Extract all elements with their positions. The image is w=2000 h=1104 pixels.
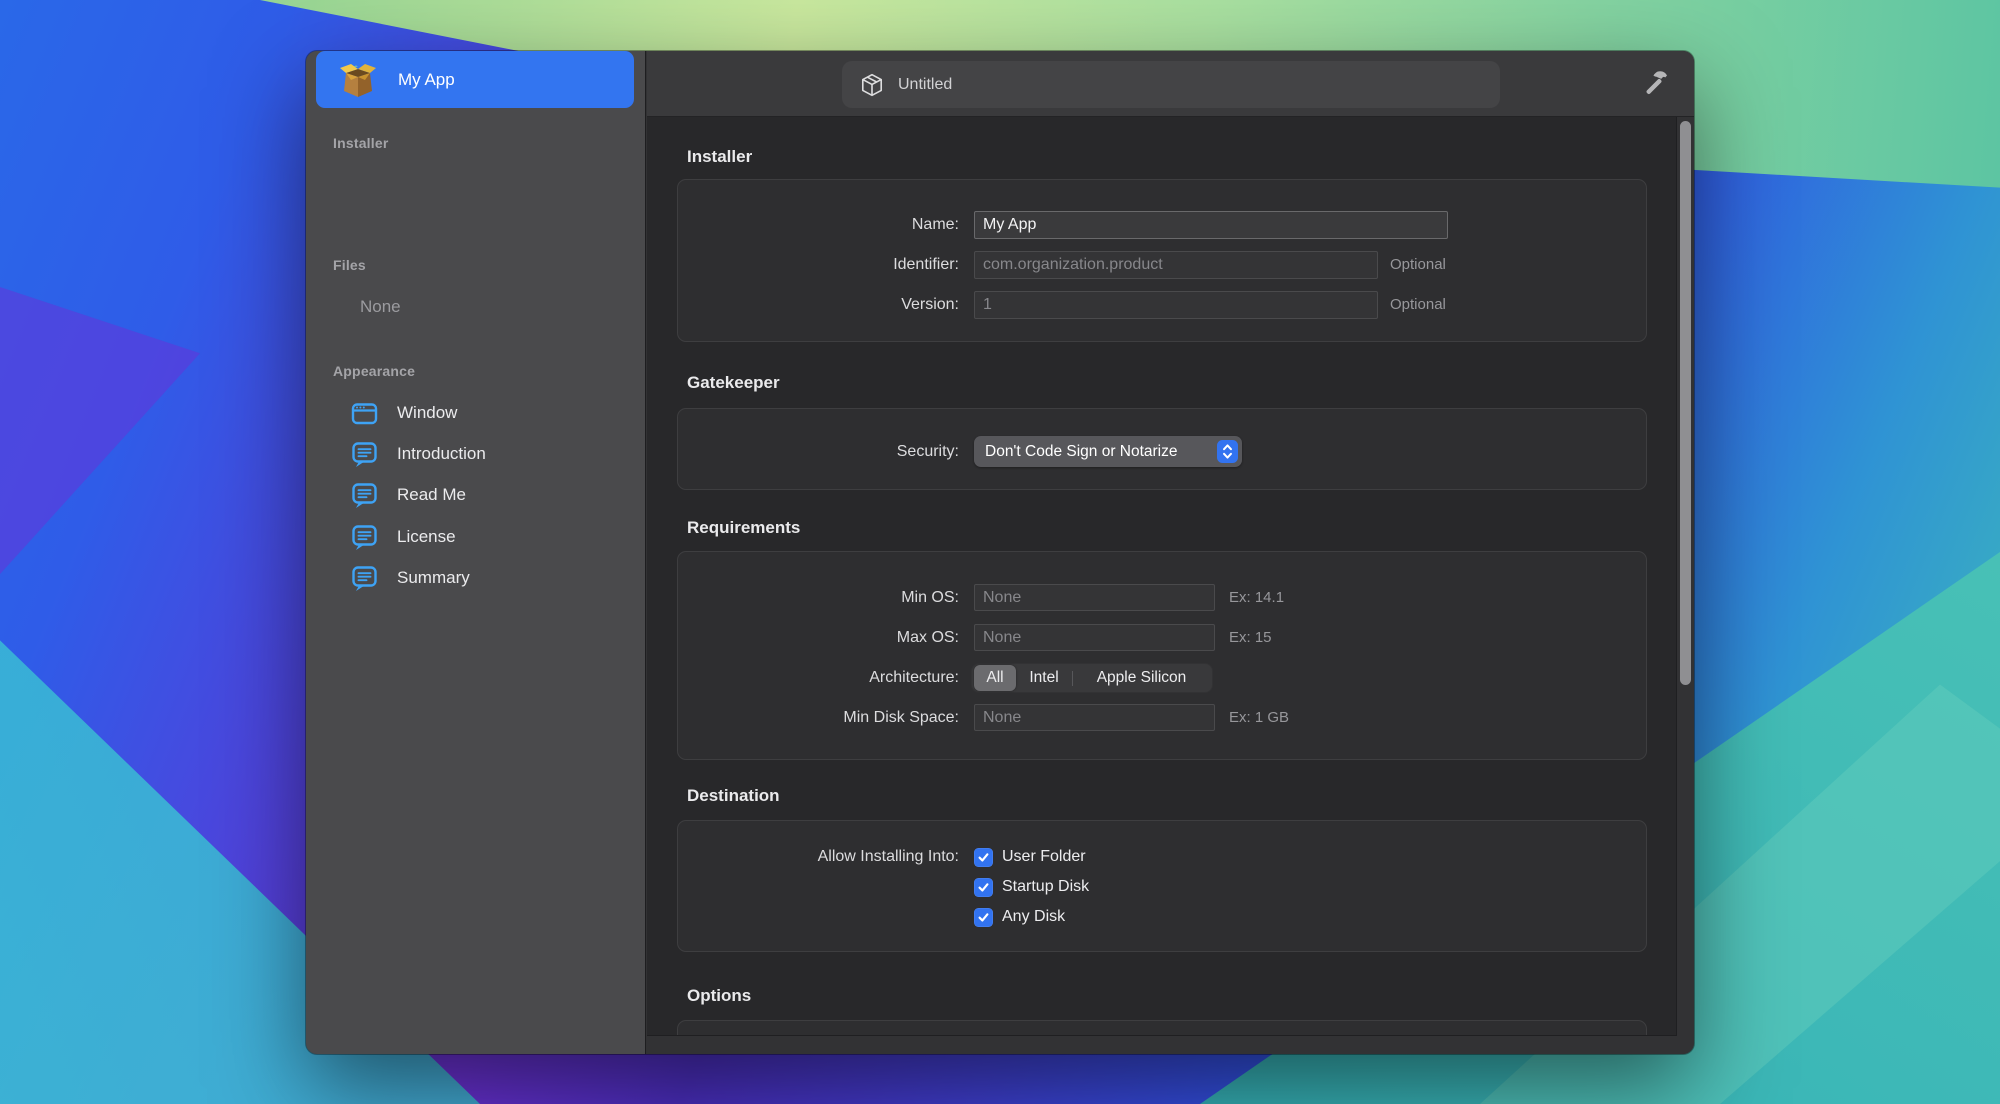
document-title-field[interactable]: Untitled [842, 61, 1500, 108]
speech-bubble-icon [351, 524, 378, 551]
section-title-destination: Destination [687, 786, 780, 806]
version-label: Version: [678, 291, 959, 319]
installer-panel: Name: Identifier: Optional Version: Opti… [677, 179, 1647, 342]
allow-installing-into-label: Allow Installing Into: [678, 847, 959, 867]
sidebar-item-summary[interactable]: Summary [316, 560, 634, 596]
max-os-hint: Ex: 15 [1229, 624, 1272, 652]
architecture-segment-all[interactable]: All [974, 665, 1016, 691]
hammer-icon [1639, 70, 1669, 100]
checkbox-row-any-disk[interactable]: Any Disk [974, 907, 1065, 927]
name-label: Name: [678, 211, 959, 239]
min-disk-space-input[interactable] [974, 704, 1215, 731]
identifier-optional-note: Optional [1390, 251, 1446, 279]
sidebar-files-empty: None [360, 297, 401, 317]
speech-bubble-icon [351, 441, 378, 468]
sidebar-item-label: Summary [397, 568, 470, 588]
sidebar-item-label: Read Me [397, 485, 466, 505]
sidebar-section-installer: Installer [333, 135, 389, 151]
requirements-panel: Min OS: Ex: 14.1 Max OS: Ex: 15 Architec… [677, 551, 1647, 760]
min-os-label: Min OS: [678, 584, 959, 612]
destination-panel: Allow Installing Into: User Folder Start… [677, 820, 1647, 952]
min-os-input[interactable] [974, 584, 1215, 611]
gatekeeper-panel: Security: Don't Code Sign or Notarize [677, 408, 1647, 490]
version-input[interactable] [974, 291, 1378, 319]
security-label: Security: [678, 436, 959, 467]
options-panel [677, 1020, 1647, 1036]
checkbox-label: Startup Disk [1002, 878, 1089, 896]
architecture-segment-intel[interactable]: Intel [1016, 665, 1072, 691]
architecture-segment-apple-silicon[interactable]: Apple Silicon [1073, 665, 1210, 691]
sidebar: Installer My App Files None Appearance [306, 51, 646, 1054]
package-icon [338, 61, 378, 99]
sidebar-section-appearance: Appearance [333, 363, 415, 379]
section-title-installer: Installer [687, 147, 752, 167]
section-title-requirements: Requirements [687, 518, 800, 538]
checkbox-checked-icon[interactable] [974, 908, 993, 927]
sidebar-item-license[interactable]: License [316, 519, 634, 555]
vertical-scrollbar-thumb[interactable] [1680, 121, 1691, 685]
settings-scroll-view: Installer Name: Identifier: Optional Ver… [647, 117, 1677, 1036]
name-input[interactable] [974, 211, 1448, 239]
sidebar-item-read-me[interactable]: Read Me [316, 477, 634, 513]
sidebar-item-window[interactable]: Window [316, 395, 634, 431]
sidebar-item-my-app[interactable]: My App [316, 51, 634, 108]
speech-bubble-icon [351, 482, 378, 509]
sidebar-item-introduction[interactable]: Introduction [316, 436, 634, 472]
architecture-segmented-control: All Intel Apple Silicon [971, 663, 1213, 693]
window-icon [351, 400, 378, 427]
checkbox-row-startup-disk[interactable]: Startup Disk [974, 877, 1089, 897]
max-os-input[interactable] [974, 624, 1215, 651]
sidebar-section-files: Files [333, 257, 366, 273]
cube-icon [859, 72, 885, 98]
speech-bubble-icon [351, 565, 378, 592]
toolbar: Untitled [647, 51, 1694, 117]
sidebar-item-label: My App [398, 70, 455, 90]
section-title-gatekeeper: Gatekeeper [687, 373, 780, 393]
identifier-input[interactable] [974, 251, 1378, 279]
checkbox-checked-icon[interactable] [974, 878, 993, 897]
version-optional-note: Optional [1390, 291, 1446, 319]
min-os-hint: Ex: 14.1 [1229, 584, 1284, 612]
security-popup-value: Don't Code Sign or Notarize [985, 443, 1217, 461]
max-os-label: Max OS: [678, 624, 959, 652]
sidebar-item-label: License [397, 527, 456, 547]
popup-chevrons-icon [1217, 440, 1238, 463]
content-area: Untitled Installer Name: Identifier: [647, 51, 1694, 1054]
min-disk-space-hint: Ex: 1 GB [1229, 704, 1289, 732]
section-title-options: Options [687, 986, 751, 1006]
checkbox-row-user-folder[interactable]: User Folder [974, 847, 1086, 867]
sidebar-item-label: Window [397, 403, 457, 423]
min-disk-space-label: Min Disk Space: [678, 704, 959, 732]
architecture-label: Architecture: [678, 663, 959, 693]
app-window: Installer My App Files None Appearance [306, 51, 1694, 1054]
sidebar-item-label: Introduction [397, 444, 486, 464]
checkbox-label: User Folder [1002, 848, 1086, 866]
checkbox-checked-icon[interactable] [974, 848, 993, 867]
build-button[interactable] [1638, 69, 1670, 101]
security-popup-button[interactable]: Don't Code Sign or Notarize [974, 436, 1242, 467]
document-title: Untitled [898, 76, 952, 94]
identifier-label: Identifier: [678, 251, 959, 279]
checkbox-label: Any Disk [1002, 908, 1065, 926]
